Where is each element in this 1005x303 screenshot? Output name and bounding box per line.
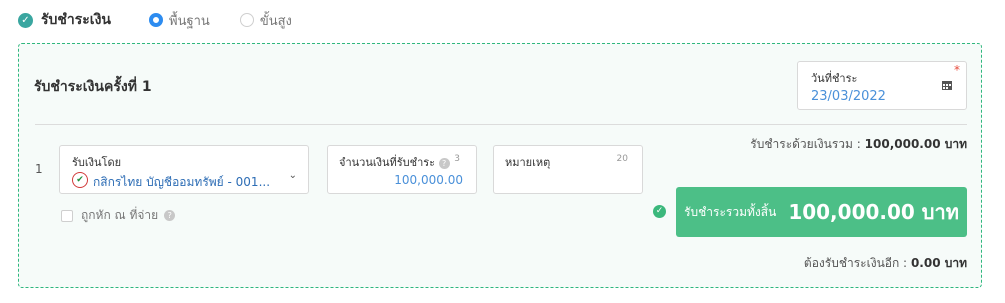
remaining-amount: ต้องรับชำระเงินอีก : 0.00 บาท [804,254,967,273]
withholding-checkbox[interactable] [61,209,73,222]
section-label: รับชำระเงิน [41,12,111,28]
divider [35,124,967,125]
bank-logo-icon: ✔ [72,172,88,188]
total-summary-value: 100,000.00 บาท [864,137,967,151]
note-input[interactable]: หมายเหตุ 20 [493,145,643,194]
check-circle-icon: ✓ [18,12,33,28]
note-label: หมายเหตุ [505,156,551,169]
calendar-icon[interactable] [942,81,952,90]
radio-unselected-icon [239,13,254,27]
chevron-down-icon[interactable]: ⌄ [289,170,297,181]
payment-title: รับชำระเงินครั้งที่ 1 [34,79,152,95]
remaining-label: ต้องรับชำระเงินอีก : [803,256,908,270]
received-by-select[interactable]: รับเงินโดย ✔ กสิกรไทย บัญชีออมทรัพย์ - 0… [59,145,309,194]
amount-label: จำนวนเงินที่รับชำระ [339,156,436,169]
amount-label-wrap: จำนวนเงินที่รับชำระ ? [339,153,450,171]
check-circle-icon: ✓ [653,205,666,218]
grand-total-value: 100,000.00 บาท [788,200,959,224]
radio-basic-label: พื้นฐาน [169,13,210,29]
withholding-option[interactable]: ถูกหัก ณ ที่จ่าย ? [61,206,176,225]
received-by-label: รับเงินโดย [72,156,122,169]
withholding-label: ถูกหัก ณ ที่จ่าย [81,208,159,222]
grand-total-label: รับชำระรวมทั้งสิ้น [684,204,777,219]
radio-basic[interactable]: พื้นฐาน [149,10,210,31]
grand-total-button[interactable]: รับชำระรวมทั้งสิ้น 100,000.00 บาท [676,187,967,237]
help-icon[interactable]: ? [164,210,176,221]
row-index: 1 [35,162,43,176]
radio-selected-icon [149,13,163,27]
help-icon[interactable]: ? [438,157,450,169]
total-summary-label: รับชำระด้วยเงินรวม : [750,137,861,151]
total-summary: รับชำระด้วยเงินรวม : 100,000.00 บาท [750,135,967,154]
payment-date-field[interactable]: วันที่ชำระ * 23/03/2022 [797,61,967,110]
radio-advanced-label: ขั้นสูง [259,13,292,29]
required-mark: * [954,63,960,77]
note-counter: 20 [616,154,628,164]
remaining-value: 0.00 บาท [910,256,967,270]
amount-counter: 3 [454,154,460,164]
amount-value: 100,000.00 [394,173,463,187]
received-by-value: กสิกรไทย บัญชีออมทรัพย์ - 001... [93,175,271,189]
amount-input[interactable]: จำนวนเงินที่รับชำระ ? 3 100,000.00 [327,145,477,194]
payment-section-header: ✓ รับชำระเงิน พื้นฐาน ขั้นสูง [18,8,292,32]
date-value: 23/03/2022 [811,89,886,104]
date-label: วันที่ชำระ [811,72,858,85]
radio-advanced[interactable]: ขั้นสูง [239,10,292,31]
